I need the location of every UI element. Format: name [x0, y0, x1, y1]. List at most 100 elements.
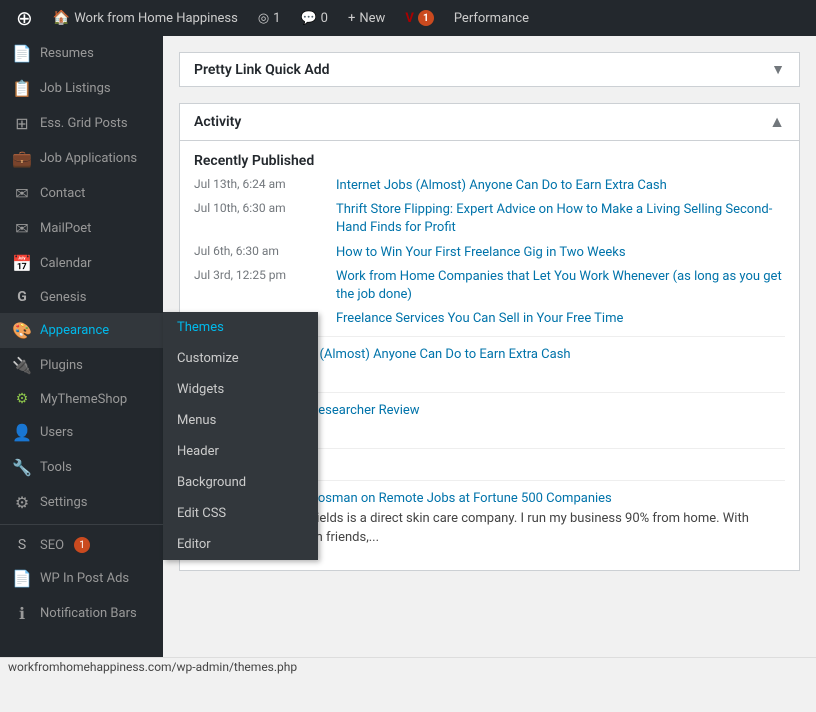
performance-button[interactable]: Performance	[446, 7, 537, 30]
wp-logo-button[interactable]: ⊕	[8, 2, 41, 34]
notification-bars-label: Notification Bars	[40, 606, 137, 621]
performance-label: Performance	[454, 11, 529, 26]
appearance-submenu: Themes Customize Widgets Menus Header Ba…	[163, 312, 318, 560]
sidebar: 📄 Resumes 📋 Job Listings ⊞ Ess. Grid Pos…	[0, 36, 163, 676]
seo-label: SEO	[40, 538, 64, 553]
activity-date-2: Jul 10th, 6:30 am	[194, 201, 324, 215]
activity-date-1: Jul 13th, 6:24 am	[194, 177, 324, 191]
updates-count: 1	[273, 11, 280, 26]
ess-grid-label: Ess. Grid Posts	[40, 116, 128, 131]
sidebar-item-ess-grid[interactable]: ⊞ Ess. Grid Posts	[0, 106, 163, 141]
pretty-link-toggle[interactable]: ▼	[771, 61, 785, 78]
calendar-label: Calendar	[40, 256, 92, 271]
updates-button[interactable]: ◎ 1	[250, 7, 289, 30]
wp-in-post-ads-label: WP In Post Ads	[40, 571, 129, 586]
yoast-button[interactable]: V 1	[397, 6, 442, 30]
activity-row-2: Jul 10th, 6:30 am Thrift Store Flipping:…	[194, 201, 785, 237]
activity-widget-header[interactable]: Activity ▲	[180, 104, 799, 141]
comments-icon: 💬	[300, 11, 316, 26]
activity-link-4[interactable]: Work from Home Companies that Let You Wo…	[336, 268, 785, 304]
tools-icon: 🔧	[12, 458, 32, 477]
plus-icon: +	[348, 11, 355, 26]
activity-link-1[interactable]: Internet Jobs (Almost) Anyone Can Do to …	[336, 177, 667, 195]
pretty-link-header[interactable]: Pretty Link Quick Add ▼	[180, 53, 799, 86]
comments-count: 0	[321, 11, 328, 26]
seo-badge: 1	[74, 537, 90, 553]
sidebar-divider-1	[0, 524, 163, 525]
sidebar-item-genesis[interactable]: G Genesis	[0, 281, 163, 313]
sidebar-item-calendar[interactable]: 📅 Calendar	[0, 246, 163, 281]
sidebar-item-plugins[interactable]: 🔌 Plugins	[0, 348, 163, 383]
job-listings-icon: 📋	[12, 79, 32, 98]
status-url: workfromhomehappiness.com/wp-admin/theme…	[8, 660, 297, 674]
activity-row-4: Jul 3rd, 12:25 pm Work from Home Compani…	[194, 268, 785, 304]
comment-jenn-content: From Jenn Gosman on Remote Jobs at Fortu…	[244, 489, 785, 548]
sidebar-item-wp-in-post-ads[interactable]: 📄 WP In Post Ads	[0, 561, 163, 596]
genesis-icon: G	[12, 289, 32, 305]
activity-row-3: Jul 6th, 6:30 am How to Win Your First F…	[194, 244, 785, 262]
status-bar: workfromhomehappiness.com/wp-admin/theme…	[0, 657, 816, 676]
activity-row-1: Jul 13th, 6:24 am Internet Jobs (Almost)…	[194, 177, 785, 195]
yoast-badge: 1	[418, 10, 434, 26]
submenu-edit-css[interactable]: Edit CSS	[163, 498, 318, 529]
activity-link-3[interactable]: How to Win Your First Freelance Gig in T…	[336, 244, 626, 262]
sidebar-item-settings[interactable]: ⚙ Settings	[0, 485, 163, 520]
sidebar-item-contact[interactable]: ✉ Contact	[0, 176, 163, 211]
site-name: Work from Home Happiness	[74, 11, 238, 26]
genesis-label: Genesis	[40, 290, 86, 305]
sidebar-item-appearance[interactable]: 🎨 Appearance	[0, 313, 163, 348]
activity-toggle-icon[interactable]: ▲	[769, 112, 785, 132]
submenu-menus[interactable]: Menus	[163, 405, 318, 436]
sidebar-item-mythemeshop[interactable]: ⚙ MyThemeShop	[0, 383, 163, 415]
sidebar-item-job-listings[interactable]: 📋 Job Listings	[0, 71, 163, 106]
layout: 📄 Resumes 📋 Job Listings ⊞ Ess. Grid Pos…	[0, 36, 816, 676]
submenu-header[interactable]: Header	[163, 436, 318, 467]
updates-icon: ◎	[258, 11, 269, 26]
sidebar-item-tools[interactable]: 🔧 Tools	[0, 450, 163, 485]
submenu-themes[interactable]: Themes	[163, 312, 318, 343]
calendar-icon: 📅	[12, 254, 32, 273]
mythemeshop-icon: ⚙	[12, 391, 32, 407]
settings-icon: ⚙	[12, 493, 32, 512]
new-content-button[interactable]: + New	[340, 7, 393, 30]
plugins-icon: 🔌	[12, 356, 32, 375]
sidebar-item-seo[interactable]: S SEO 1	[0, 529, 163, 561]
comments-button[interactable]: 💬 0	[292, 7, 336, 30]
sidebar-item-resumes[interactable]: 📄 Resumes	[0, 36, 163, 71]
sidebar-item-notification-bars[interactable]: ℹ Notification Bars	[0, 596, 163, 631]
appearance-label: Appearance	[40, 323, 109, 338]
house-icon: 🏠	[53, 10, 70, 26]
activity-link-5[interactable]: Freelance Services You Can Sell in Your …	[336, 310, 623, 328]
submenu-background[interactable]: Background	[163, 467, 318, 498]
ess-grid-icon: ⊞	[12, 114, 32, 133]
sidebar-item-mailpoet[interactable]: ✉ MailPoet	[0, 211, 163, 246]
submenu-customize[interactable]: Customize	[163, 343, 318, 374]
activity-title: Activity	[194, 114, 241, 130]
plugins-label: Plugins	[40, 358, 83, 373]
users-icon: 👤	[12, 423, 32, 442]
submenu-widgets[interactable]: Widgets	[163, 374, 318, 405]
comment-jenn-text: Rodan and Fields is a direct skin care c…	[244, 509, 785, 548]
seo-icon: S	[12, 537, 32, 553]
recently-published-title: Recently Published	[194, 153, 785, 169]
resumes-icon: 📄	[12, 44, 32, 63]
sidebar-item-users[interactable]: 👤 Users	[0, 415, 163, 450]
pretty-link-widget: Pretty Link Quick Add ▼	[179, 52, 800, 87]
tools-label: Tools	[40, 460, 72, 475]
activity-link-2[interactable]: Thrift Store Flipping: Expert Advice on …	[336, 201, 785, 237]
sidebar-item-job-applications[interactable]: 💼 Job Applications	[0, 141, 163, 176]
users-label: Users	[40, 425, 73, 440]
admin-bar: ⊕ 🏠 Work from Home Happiness ◎ 1 💬 0 + N…	[0, 0, 816, 36]
activity-date-3: Jul 6th, 6:30 am	[194, 244, 324, 258]
wp-icon: ⊕	[16, 6, 33, 30]
recently-published-section: Recently Published Jul 13th, 6:24 am Int…	[194, 153, 785, 328]
submenu-editor[interactable]: Editor	[163, 529, 318, 560]
job-applications-label: Job Applications	[40, 151, 137, 166]
appearance-icon: 🎨	[12, 321, 32, 340]
yoast-icon: V	[405, 11, 414, 26]
mythemeshop-label: MyThemeShop	[40, 392, 127, 407]
resumes-label: Resumes	[40, 46, 94, 61]
notification-bars-icon: ℹ	[12, 604, 32, 623]
wp-in-post-ads-icon: 📄	[12, 569, 32, 588]
site-name-button[interactable]: 🏠 Work from Home Happiness	[45, 6, 246, 30]
